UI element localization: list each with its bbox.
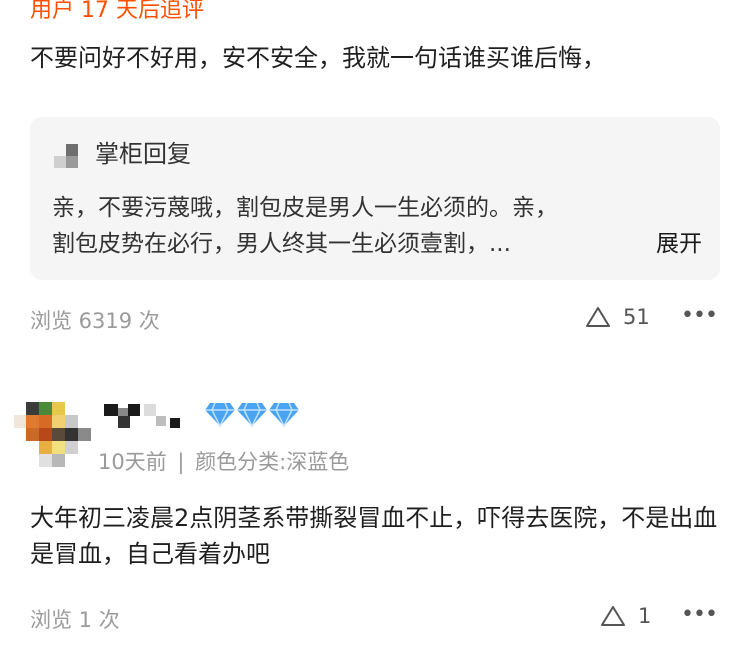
- meta-divider: |: [177, 450, 185, 474]
- diamond-icon: [237, 402, 267, 428]
- review-text: 大年初三凌晨2点阴茎系带撕裂冒血不止，吓得去医院，不是出血是冒血，自己看着办吧: [30, 504, 718, 568]
- diamond-icon: [205, 402, 235, 428]
- seller-reply-text: 亲，不要污蔑哦，割包皮是男人一生必须的。亲， 割包皮势在必行，男人终其一生必须壹…: [52, 190, 702, 262]
- thumb-triangle-icon: [586, 307, 610, 327]
- expand-button[interactable]: 展开: [656, 226, 702, 262]
- thumb-triangle-icon: [601, 606, 625, 626]
- seller-reply-line: 割包皮势在必行，男人终其一生必须壹割，... 展开: [52, 226, 702, 262]
- view-count: 浏览 6319 次: [30, 309, 160, 333]
- variant-label: 颜色分类:深蓝色: [195, 450, 350, 474]
- avatar[interactable]: [14, 402, 94, 468]
- more-options-button[interactable]: •••: [681, 602, 718, 627]
- seller-reply-title: 掌柜回复: [95, 140, 191, 168]
- review-text: 不要问好不好用，安不安全，我就一句话谁买谁后悔，: [30, 44, 606, 72]
- like-button[interactable]: 1: [600, 604, 651, 628]
- review-followup-label: 用户 17 天后追评: [30, 0, 204, 23]
- nickname[interactable]: [104, 402, 200, 430]
- like-button[interactable]: 51: [585, 305, 650, 329]
- diamond-icon: [269, 402, 299, 428]
- seller-reply-line: 亲，不要污蔑哦，割包皮是男人一生必须的。亲，: [52, 195, 558, 221]
- shop-icon: [54, 142, 80, 168]
- view-count: 浏览 1 次: [30, 608, 120, 632]
- seller-reply-line-text: 割包皮势在必行，男人终其一生必须壹割，...: [52, 231, 511, 257]
- review-time: 10天前: [98, 450, 167, 474]
- like-count: 51: [623, 305, 650, 329]
- like-count: 1: [638, 604, 652, 628]
- review-meta: 10天前 | 颜色分类:深蓝色: [98, 446, 349, 476]
- more-options-button[interactable]: •••: [681, 303, 718, 328]
- member-badge: [204, 400, 300, 428]
